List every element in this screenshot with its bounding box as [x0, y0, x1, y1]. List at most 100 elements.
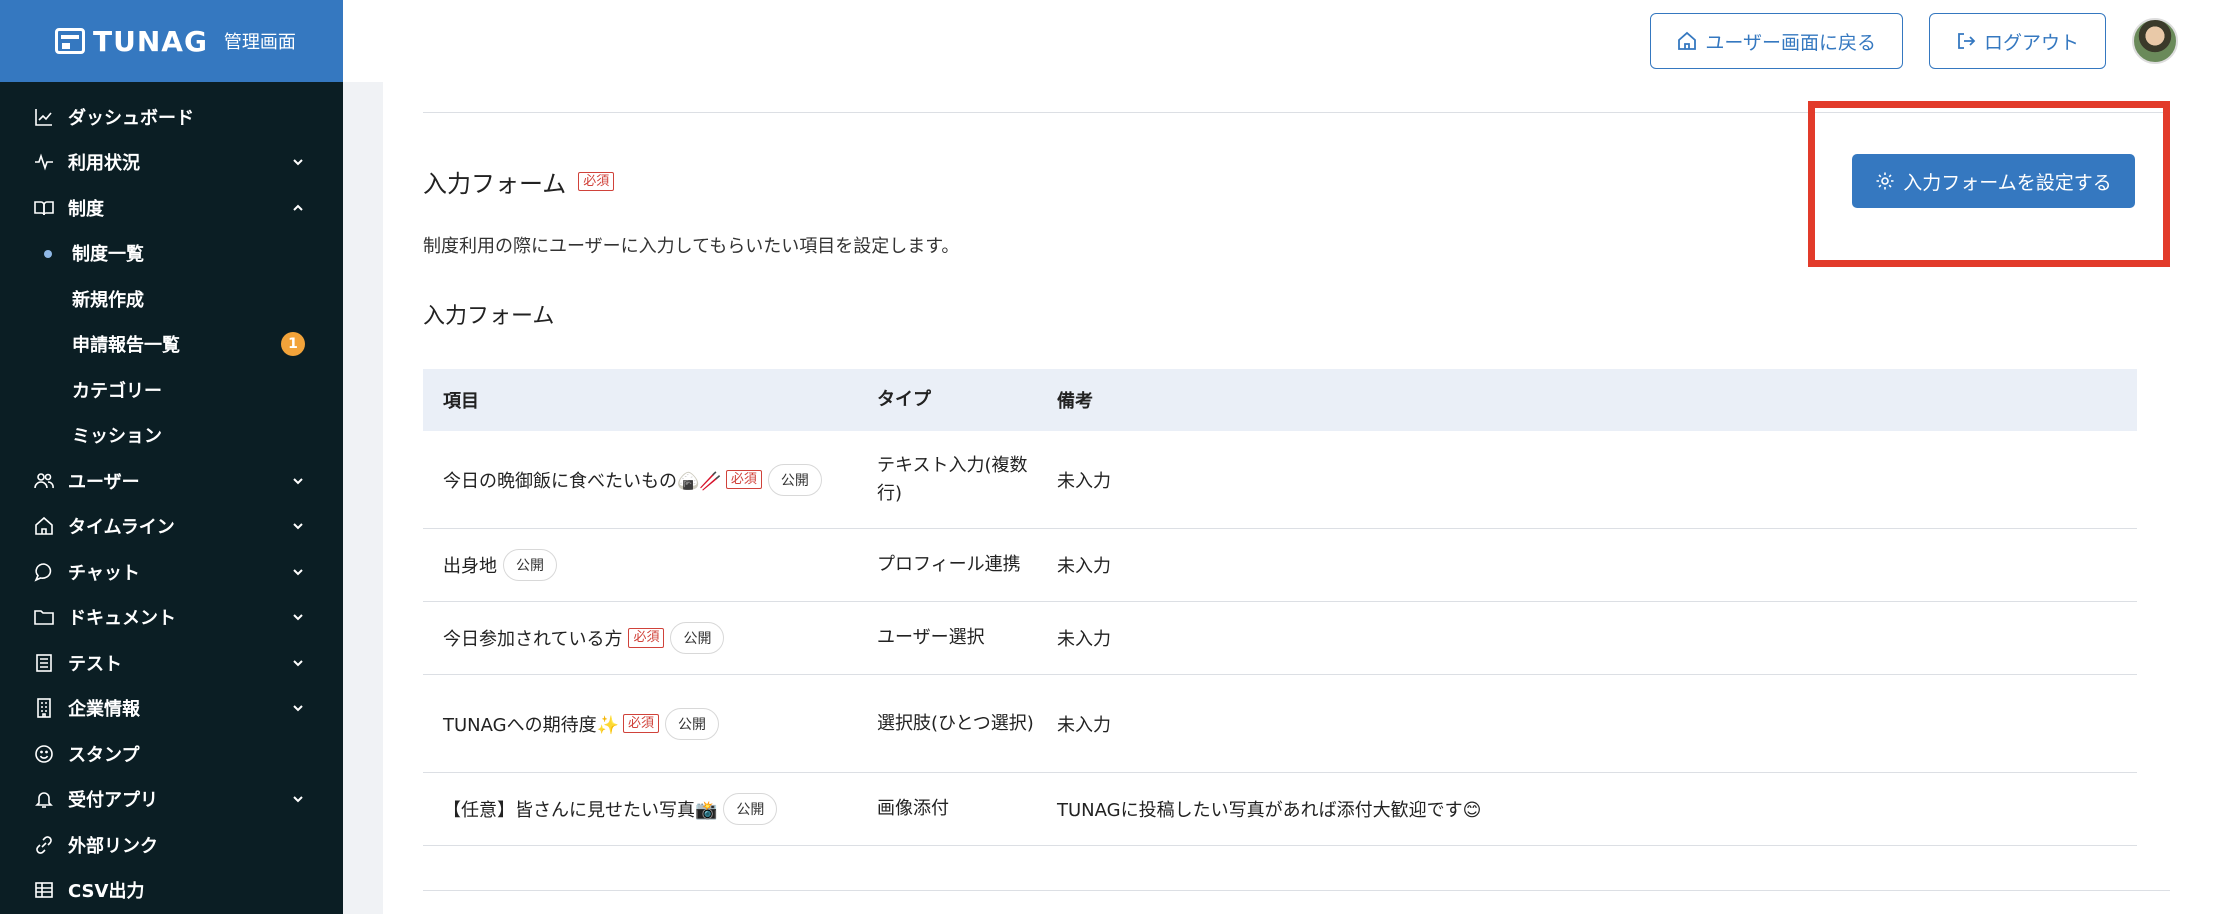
- highlight-box: [1808, 101, 2170, 267]
- sidebar-item-system[interactable]: 制度: [0, 185, 343, 231]
- folder-icon: [34, 607, 54, 627]
- logout-button[interactable]: ログアウト: [1928, 13, 2106, 69]
- cell-note: 未入力: [1057, 556, 1111, 577]
- building-icon: [34, 698, 54, 719]
- cell-note: TUNAGに投稿したい写真があれば添付大歓迎です😊: [1057, 800, 1482, 821]
- sidebar-item-label: ドキュメント: [68, 608, 176, 630]
- section-title: 入力フォーム 必須: [423, 164, 615, 199]
- item-name: 今日の晩御飯に食べたいもの🍙🥢: [443, 470, 722, 492]
- chevron-down-icon: [293, 159, 303, 166]
- cell-item: 出身地 公開: [423, 549, 877, 581]
- list-icon: [34, 653, 54, 673]
- book-icon: [34, 198, 54, 218]
- cell-type: プロフィール連携: [877, 554, 1021, 576]
- required-tag: 必須: [725, 469, 762, 490]
- sidebar-item-external-link[interactable]: 外部リンク: [0, 822, 343, 868]
- sidebar-item-usage[interactable]: 利用状況: [0, 140, 343, 186]
- sidebar-item-label: チャット: [68, 562, 140, 584]
- required-tag: 必須: [578, 171, 615, 192]
- sidebar-item-label: ユーザー: [68, 471, 140, 493]
- cell-note: 未入力: [1057, 629, 1111, 650]
- sidebar-subitem-label: 制度一覧: [72, 244, 144, 266]
- sidebar-subitem-system-list[interactable]: 制度一覧: [0, 231, 343, 277]
- bell-icon: [34, 789, 54, 809]
- home-icon: [1678, 31, 1697, 50]
- form-subtitle: 入力フォーム: [423, 304, 555, 329]
- item-name: 今日参加されている方: [443, 629, 623, 650]
- tunag-logo-icon: [55, 28, 85, 54]
- sidebar-item-label: 利用状況: [68, 153, 140, 175]
- cell-item: 【任意】皆さんに見せたい写真📸 公開: [423, 793, 877, 825]
- public-tag: 公開: [723, 793, 778, 825]
- sidebar-item-stamp[interactable]: スタンプ: [0, 731, 343, 777]
- table-icon: [34, 880, 54, 900]
- item-name: 出身地: [443, 556, 497, 577]
- cell-type: ユーザー選択: [877, 627, 985, 649]
- sidebar-item-label: スタンプ: [68, 744, 140, 766]
- cell-item: 今日参加されている方 必須 公開: [423, 622, 877, 654]
- public-tag: 公開: [503, 549, 557, 581]
- back-button-label: ユーザー画面に戻る: [1705, 31, 1876, 54]
- sidebar-item-users[interactable]: ユーザー: [0, 458, 343, 504]
- sidebar-nav: ダッシュボード 利用状況 制度 制度一覧 新規作成 申請報告一覧 1 カテゴリー…: [0, 82, 343, 913]
- chevron-down-icon: [293, 523, 303, 530]
- sidebar-subitem-mission[interactable]: ミッション: [0, 413, 343, 459]
- smile-icon: [34, 744, 54, 764]
- logout-button-label: ログアウト: [1983, 31, 2079, 54]
- chevron-down-icon: [293, 660, 303, 667]
- required-tag: 必須: [628, 628, 665, 648]
- sidebar-item-label: 受付アプリ: [68, 790, 158, 812]
- cell-item: 今日の晩御飯に食べたいもの🍙🥢 必須 公開: [423, 463, 877, 496]
- sidebar-item-company[interactable]: 企業情報: [0, 686, 343, 732]
- sidebar-item-csv[interactable]: CSV出力: [0, 868, 343, 914]
- cell-item: TUNAGへの期待度✨ 必須 公開: [423, 707, 877, 740]
- chevron-down-icon: [293, 796, 303, 803]
- sidebar-item-test[interactable]: テスト: [0, 640, 343, 686]
- divider: [423, 890, 2170, 891]
- notification-badge: 1: [281, 332, 305, 357]
- chevron-down-icon: [293, 569, 303, 576]
- sidebar-subitem-category[interactable]: カテゴリー: [0, 367, 343, 413]
- public-tag: 公開: [767, 463, 822, 496]
- item-name: 【任意】皆さんに見せたい写真📸: [443, 800, 718, 821]
- sidebar-item-label: 外部リンク: [68, 835, 158, 857]
- section-title-text: 入力フォーム: [423, 170, 567, 198]
- sidebar-item-reception[interactable]: 受付アプリ: [0, 777, 343, 823]
- column-header-type: タイプ: [877, 389, 931, 411]
- sidebar-item-label: 企業情報: [68, 699, 140, 721]
- sidebar-item-label: ダッシュボード: [68, 107, 194, 129]
- sidebar-item-chat[interactable]: チャット: [0, 549, 343, 595]
- activity-icon: [34, 152, 54, 172]
- sidebar-subitem-label: 新規作成: [72, 289, 144, 311]
- sidebar-item-documents[interactable]: ドキュメント: [0, 595, 343, 641]
- avatar[interactable]: [2132, 18, 2178, 64]
- cell-note: 未入力: [1057, 714, 1111, 736]
- table-row: 今日の晩御飯に食べたいもの🍙🥢 必須 公開 テキスト入力(複数行) 未入力: [423, 431, 2137, 529]
- column-header-item: 項目: [443, 391, 479, 412]
- brand-subtitle: 管理画面: [223, 32, 296, 53]
- cell-type: テキスト入力(複数行): [877, 454, 1028, 504]
- section-description: 制度利用の際にユーザーに入力してもらいたい項目を設定します。: [423, 236, 960, 257]
- back-to-user-screen-button[interactable]: ユーザー画面に戻る: [1650, 13, 1903, 69]
- chart-icon: [34, 107, 54, 127]
- link-icon: [34, 835, 54, 855]
- sidebar-item-label: CSV出力: [68, 881, 145, 903]
- sidebar-subitem-label: ミッション: [72, 426, 162, 448]
- sidebar-item-dashboard[interactable]: ダッシュボード: [0, 94, 343, 140]
- table-row: TUNAGへの期待度✨ 必須 公開 選択肢(ひとつ選択) 未入力: [423, 675, 2137, 773]
- table-row: 今日参加されている方 必須 公開 ユーザー選択 未入力: [423, 602, 2137, 675]
- item-name: TUNAGへの期待度✨: [443, 714, 619, 736]
- chevron-down-icon: [293, 705, 303, 712]
- sidebar-subitem-new[interactable]: 新規作成: [0, 276, 343, 322]
- public-tag: 公開: [665, 707, 720, 740]
- input-form-table: 項目 タイプ 備考 今日の晩御飯に食べたいもの🍙🥢 必須 公開 テキスト入力(複…: [423, 369, 2137, 846]
- brand-name: TUNAG: [93, 24, 208, 58]
- chevron-up-icon: [293, 204, 303, 211]
- main-content: 入力フォーム 必須 入力フォームを設定する 制度利用の際にユーザーに入力してもら…: [383, 82, 2214, 914]
- sidebar-subitem-label: カテゴリー: [72, 380, 162, 402]
- sidebar-subitem-applications[interactable]: 申請報告一覧 1: [0, 322, 343, 368]
- column-header-note: 備考: [1057, 391, 1093, 412]
- brand-header[interactable]: TUNAG 管理画面: [0, 0, 343, 82]
- table-header: 項目 タイプ 備考: [423, 369, 2137, 431]
- sidebar-item-timeline[interactable]: タイムライン: [0, 504, 343, 550]
